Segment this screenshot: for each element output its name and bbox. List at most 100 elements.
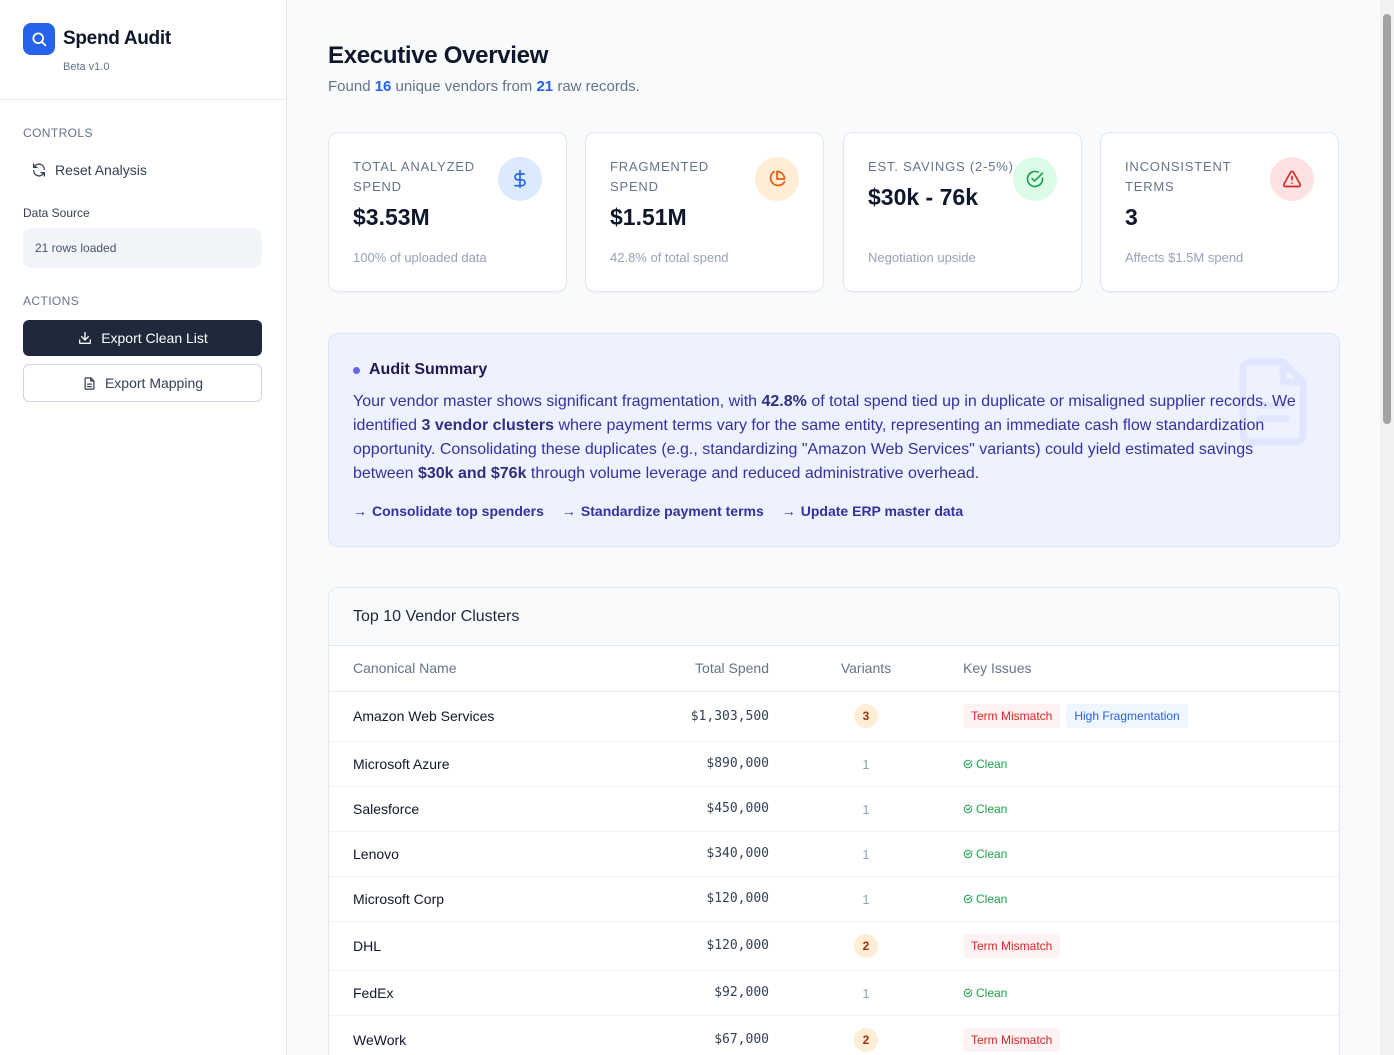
alert-triangle-icon [1270, 157, 1314, 201]
term-mismatch-badge: Term Mismatch [963, 1027, 1061, 1052]
table-header-row: Canonical Name Total Spend Variants Key … [329, 646, 1339, 692]
bullet-dot-icon [353, 366, 360, 374]
check-circle-icon [963, 849, 973, 859]
kpi-value: $1.51M [610, 204, 687, 230]
summary-highlight: $30k and $76k [417, 465, 527, 482]
reset-analysis-label: Reset Analysis [55, 162, 147, 178]
vendor-name-cell: Lenovo [329, 831, 629, 877]
variants-cell: 1 [769, 741, 963, 787]
key-issues-cell: Term Mismatch [963, 921, 1339, 971]
clean-status-label: Clean [976, 846, 1008, 861]
clean-status-badge: Clean [963, 847, 1007, 861]
export-mapping-button[interactable]: Export Mapping [23, 364, 262, 402]
data-source-label: Data Source [23, 206, 90, 220]
table-row[interactable]: Amazon Web Services $1,303,500 3 Term Misma… [329, 691, 1339, 742]
column-header-total-spend[interactable]: Total Spend [629, 646, 769, 692]
actions-section-label: ACTIONS [23, 294, 80, 308]
app-title: Spend Audit [63, 28, 171, 49]
variants-cell: 2 [769, 921, 963, 971]
check-circle-icon [963, 894, 973, 904]
variant-count-badge: 1 [862, 801, 870, 817]
record-count: 21 [536, 78, 554, 95]
column-header-variants[interactable]: Variants [769, 646, 963, 692]
arrow-right-icon: → [353, 503, 367, 519]
table-row[interactable]: Microsoft Azure $890,000 1 Clean [329, 741, 1339, 787]
key-issues-cell: Clean [963, 741, 1339, 787]
kpi-value: 3 [1125, 204, 1138, 230]
audit-summary-title-text: Audit Summary [369, 361, 488, 378]
variant-count-badge: 1 [862, 985, 870, 1001]
export-clean-list-label: Export Clean List [101, 330, 208, 346]
clean-status-badge: Clean [963, 757, 1007, 771]
variant-count-badge: 1 [862, 756, 870, 772]
kpi-footnote: 42.8% of total spend [610, 250, 729, 265]
variants-cell: 1 [769, 786, 963, 832]
key-issues-cell: Term Mismatch High Fragmentation [963, 691, 1339, 742]
table-row[interactable]: Lenovo $340,000 1 Clean [329, 831, 1339, 877]
check-circle-icon [963, 988, 973, 998]
vendor-name-cell: DHL [329, 921, 629, 971]
variants-cell: 1 [769, 970, 963, 1016]
data-source-status: 21 rows loaded [23, 228, 262, 268]
clean-status-label: Clean [976, 756, 1008, 771]
column-header-canonical-name[interactable]: Canonical Name [329, 646, 629, 692]
page-scrollbar[interactable] [1380, 0, 1394, 1055]
clean-status-label: Clean [976, 891, 1008, 906]
kpi-card-est-savings: EST. SAVINGS (2-5%) $30k - 76k Negotiati… [843, 132, 1082, 292]
total-spend-cell: $890,000 [629, 741, 769, 787]
key-issues-cell: Clean [963, 970, 1339, 1016]
table-row[interactable]: WeWork $67,000 2 Term Mismatch [329, 1015, 1339, 1055]
term-mismatch-badge: Term Mismatch [963, 933, 1061, 958]
export-clean-list-button[interactable]: Export Clean List [23, 320, 262, 356]
term-mismatch-badge: Term Mismatch [963, 704, 1061, 728]
variant-count-badge: 3 [854, 704, 878, 728]
summary-highlight: 42.8% [761, 393, 807, 410]
key-issues-cell: Clean [963, 876, 1339, 922]
export-mapping-label: Export Mapping [104, 375, 204, 391]
link-label: Consolidate top spenders [372, 503, 544, 519]
table-row[interactable]: Microsoft Corp $120,000 1 Clean [329, 876, 1339, 922]
high-fragmentation-badge: High Fragmentation [1066, 704, 1188, 728]
pie-chart-icon [755, 157, 799, 201]
summary-text-part: through volume leverage and reduced admi… [526, 465, 980, 482]
reset-analysis-button[interactable]: Reset Analysis [23, 156, 261, 184]
kpi-footnote: 100% of uploaded data [353, 250, 487, 265]
table-row[interactable]: DHL $120,000 2 Term Mismatch [329, 921, 1339, 971]
table-row[interactable]: Salesforce $450,000 1 Clean [329, 786, 1339, 832]
variant-count-badge: 1 [862, 846, 870, 862]
total-spend-cell: $120,000 [629, 921, 769, 971]
clean-status-label: Clean [976, 985, 1008, 1000]
key-issues-cell: Term Mismatch [963, 1015, 1339, 1055]
page-title: Executive Overview [328, 42, 549, 69]
clean-status-badge: Clean [963, 802, 1007, 816]
subtitle-mid: unique vendors from [391, 78, 537, 95]
check-circle-icon [963, 804, 973, 814]
arrow-right-icon: → [561, 503, 576, 519]
scrollbar-thumb[interactable] [1383, 14, 1391, 424]
key-issues-cell: Clean [963, 831, 1339, 877]
link-standardize-payment-terms[interactable]: → Standardize payment terms [562, 503, 764, 519]
link-update-erp-master-data[interactable]: → Update ERP master data [782, 503, 963, 519]
vendor-clusters-title: Top 10 Vendor Clusters [329, 588, 1339, 646]
variants-cell: 1 [769, 831, 963, 877]
vendor-clusters-table: Canonical Name Total Spend Variants Key … [329, 646, 1339, 1055]
vendor-name-cell: FedEx [329, 970, 629, 1016]
table-row[interactable]: FedEx $92,000 1 Clean [329, 970, 1339, 1016]
column-header-key-issues[interactable]: Key Issues [963, 646, 1339, 692]
total-spend-cell: $340,000 [629, 831, 769, 877]
total-spend-cell: $92,000 [629, 970, 769, 1016]
table-body: Amazon Web Services $1,303,500 3 Term Misma… [329, 691, 1339, 1055]
total-spend-cell: $120,000 [629, 876, 769, 922]
link-consolidate-top-spenders[interactable]: → Consolidate top spenders [353, 503, 544, 519]
kpi-label: INCONSISTENT TERMS [1125, 159, 1232, 194]
vendor-name-cell: Microsoft Corp [329, 876, 629, 922]
search-icon [23, 23, 55, 55]
kpi-label: FRAGMENTED SPEND [610, 159, 709, 194]
refresh-icon [31, 162, 47, 178]
kpi-card-fragmented-spend: FRAGMENTED SPEND $1.51M 42.8% of total s… [585, 132, 824, 292]
kpi-card-total-spend: TOTAL ANALYZED SPEND $3.53M 100% of uplo… [328, 132, 567, 292]
kpi-label: TOTAL ANALYZED SPEND [353, 159, 475, 194]
audit-summary-text: Your vendor master shows significant fra… [353, 390, 1318, 486]
link-label: Update ERP master data [800, 503, 964, 519]
total-spend-cell: $450,000 [629, 786, 769, 832]
